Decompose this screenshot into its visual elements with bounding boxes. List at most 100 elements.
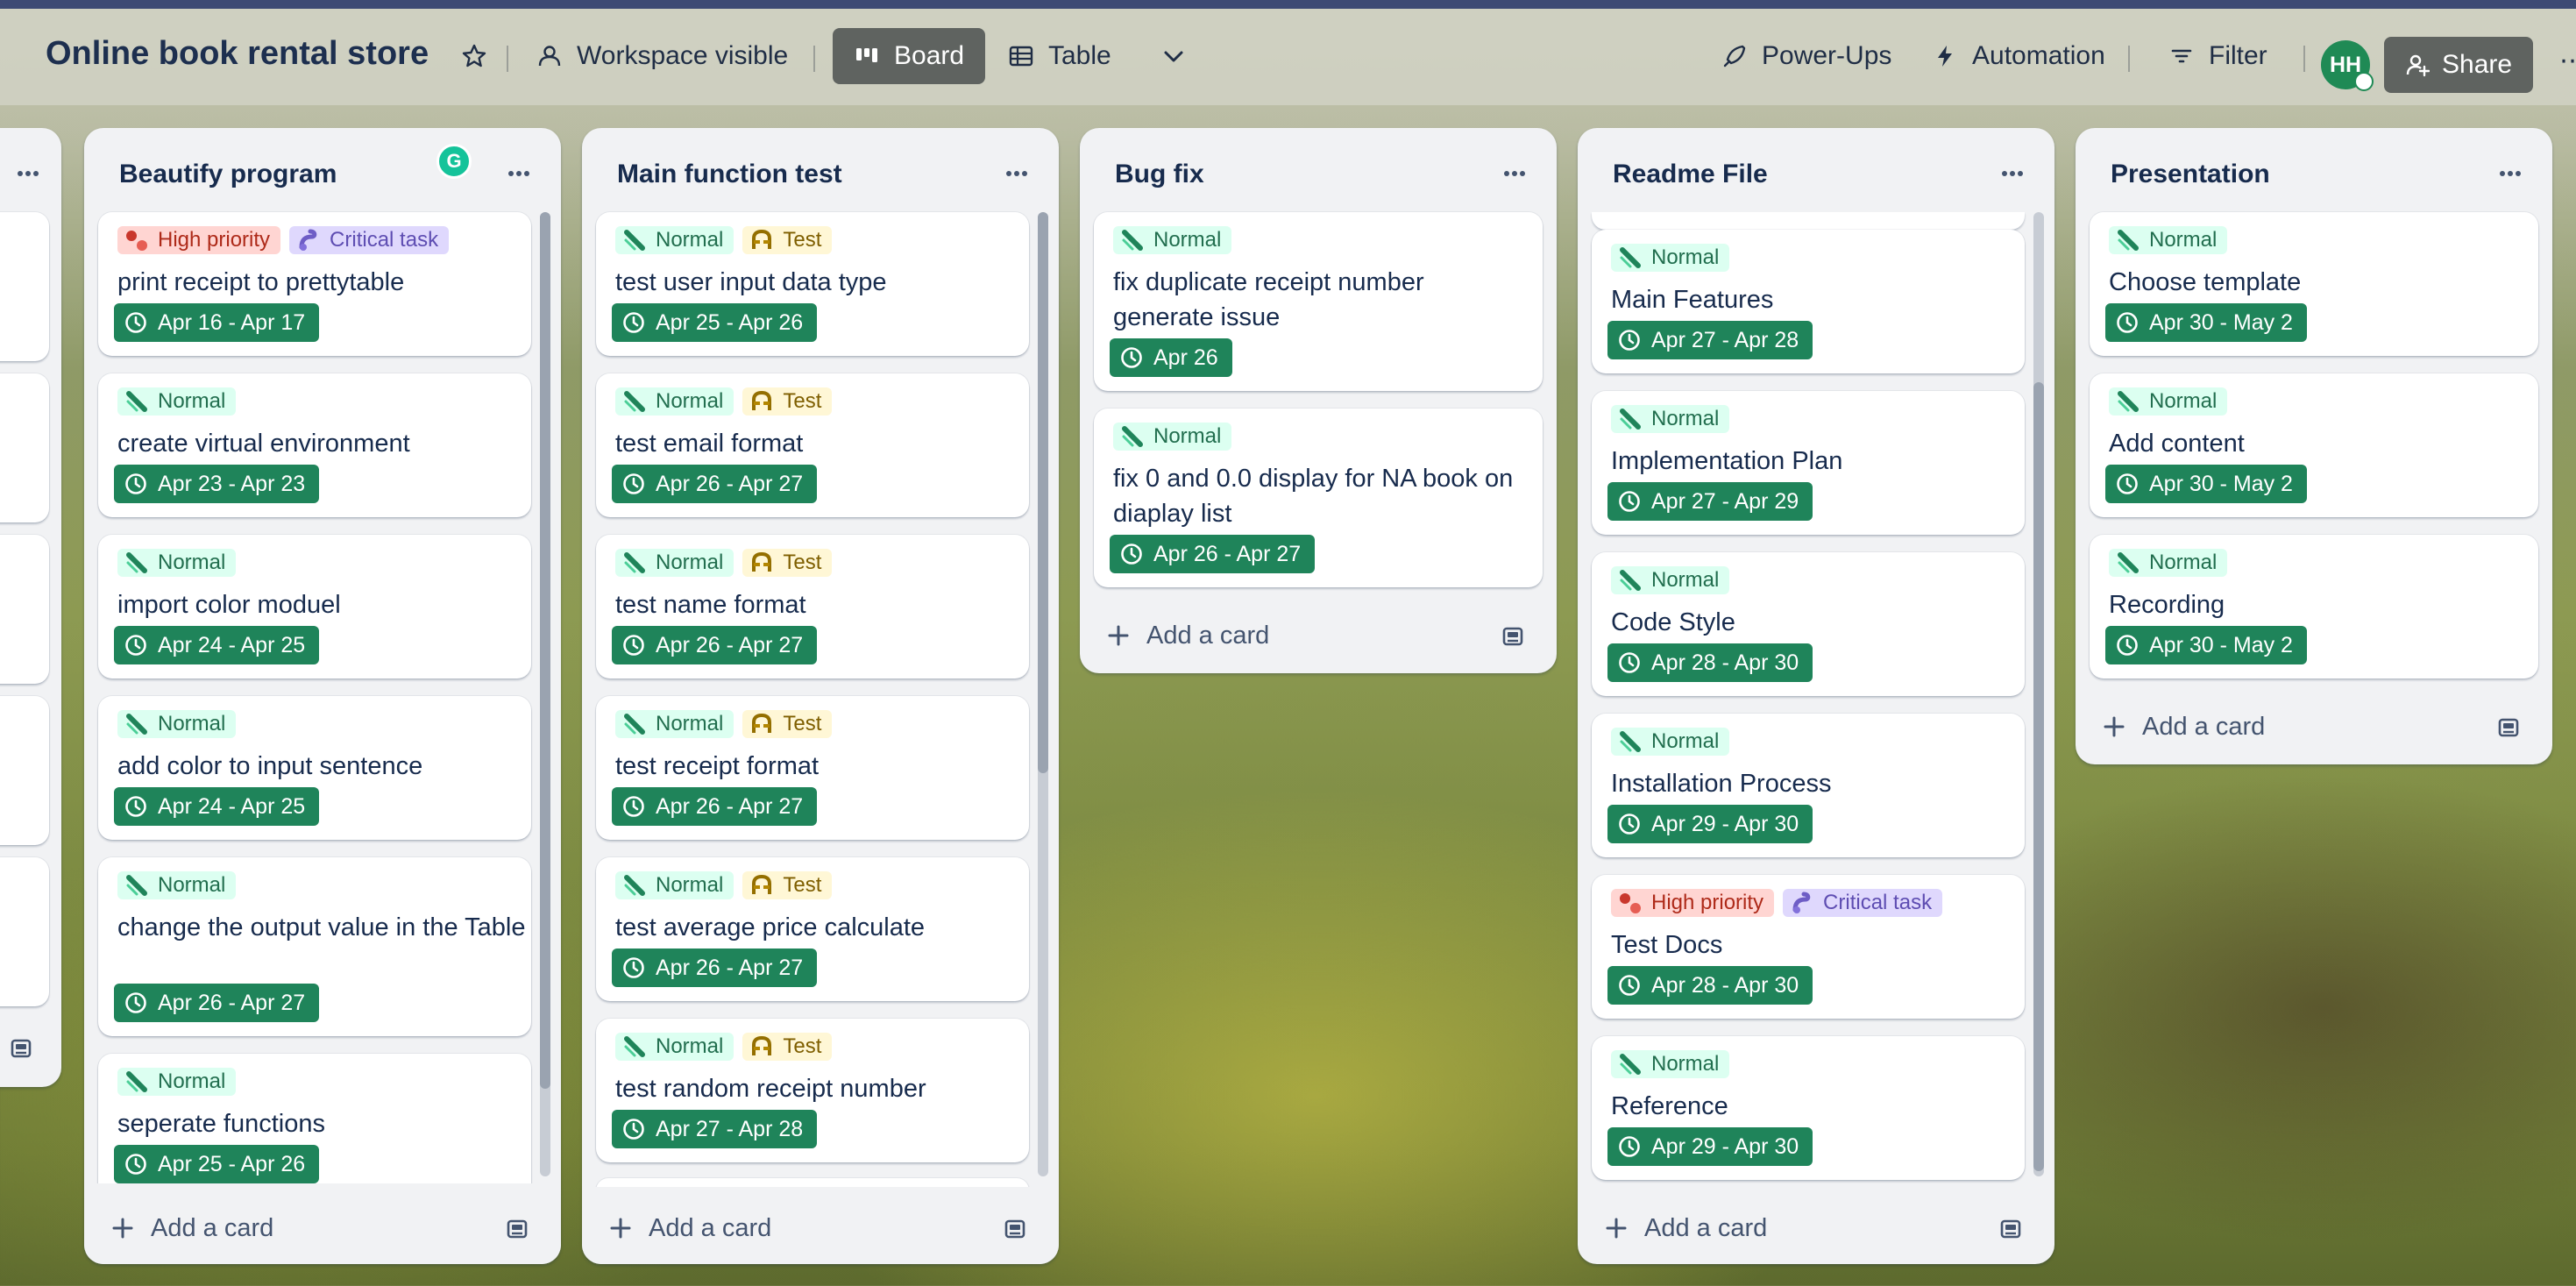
add-card-button[interactable]: Add a card: [1106, 614, 1269, 657]
label-normal[interactable]: Normal: [615, 1033, 734, 1061]
list-scrollbar-thumb[interactable]: [1038, 212, 1048, 773]
label-normal[interactable]: Normal: [615, 387, 734, 416]
add-card-button[interactable]: Add a card: [608, 1206, 771, 1250]
due-date-badge[interactable]: Apr 24 - Apr 25: [114, 787, 320, 826]
card[interactable]: Normal Implementation Plan Apr 27 - Apr …: [1592, 391, 2025, 535]
card[interactable]: Normal Choose template Apr 30 - May 2: [2090, 212, 2538, 356]
label-test[interactable]: Test: [742, 226, 833, 254]
create-from-template-icon[interactable]: [505, 1217, 529, 1241]
label-test[interactable]: Test: [742, 1033, 833, 1061]
label-normal[interactable]: Normal: [1611, 1050, 1730, 1078]
create-from-template-icon[interactable]: [9, 1036, 33, 1061]
due-date-badge[interactable]: Apr 27 - Apr 28: [612, 1110, 818, 1148]
card[interactable]: Normal Add content Apr 30 - May 2: [2090, 373, 2538, 517]
list-actions-button[interactable]: [9, 154, 47, 193]
card[interactable]: High priority Critical task Test Docs Ap…: [1592, 875, 2025, 1019]
due-date-badge[interactable]: Apr 30 - May 2: [2105, 303, 2307, 342]
more-views-button[interactable]: [1139, 28, 1208, 84]
card[interactable]: Normal Test test name format Apr 26 - Ap…: [596, 535, 1029, 679]
board-view-button[interactable]: Board: [833, 28, 986, 84]
label-normal[interactable]: Normal: [117, 387, 237, 416]
label-normal[interactable]: Normal: [2109, 226, 2228, 254]
card[interactable]: Normal Test test random receipt number A…: [596, 1019, 1029, 1162]
share-button[interactable]: Share: [2384, 37, 2534, 93]
filter-button[interactable]: Filter: [2147, 28, 2289, 84]
add-card-button[interactable]: Add a card: [1604, 1206, 1767, 1250]
list-actions-button[interactable]: [500, 154, 538, 193]
label-test[interactable]: Test: [742, 387, 833, 416]
card[interactable]: Normal change the output value in the Ta…: [98, 857, 531, 1036]
card[interactable]: Normal Test test receipt format Apr 26 -…: [596, 696, 1029, 840]
card[interactable]: Normal Installation Process Apr 29 - Apr…: [1592, 714, 2025, 857]
due-date-badge[interactable]: Apr 26 - Apr 27: [612, 465, 818, 503]
due-date-badge[interactable]: Apr 26 - Apr 27: [612, 787, 818, 826]
workspace-visibility-button[interactable]: Workspace visible: [515, 28, 809, 84]
label-normal[interactable]: Normal: [1113, 226, 1232, 254]
due-date-badge[interactable]: Apr 28 - Apr 30: [1607, 643, 1813, 682]
label-normal[interactable]: Normal: [1611, 244, 1730, 272]
label-high-priority[interactable]: High priority: [1611, 889, 1775, 917]
label-normal[interactable]: Normal: [1113, 423, 1232, 451]
card[interactable]: Normal Reference Apr 29 - Apr 30: [1592, 1036, 2025, 1180]
create-from-template-icon[interactable]: [2496, 715, 2521, 740]
due-date-badge[interactable]: Apr 30 - May 2: [2105, 465, 2307, 503]
list-actions-button[interactable]: [997, 154, 1036, 193]
list-scrollbar-thumb[interactable]: [2033, 382, 2044, 1171]
due-date-badge[interactable]: Apr 23 - Apr 23: [114, 465, 320, 503]
due-date-badge[interactable]: Apr 26 - Apr 27: [612, 626, 818, 664]
due-date-badge[interactable]: Apr 25 - Apr 26: [612, 303, 818, 342]
card[interactable]: [0, 535, 49, 684]
due-date-badge[interactable]: Apr 24 - Apr 25: [114, 626, 320, 664]
label-normal[interactable]: Normal: [1611, 405, 1730, 433]
label-critical-task[interactable]: Critical task: [1783, 889, 1943, 917]
card[interactable]: Normal Test test average price calculate…: [596, 857, 1029, 1001]
list-actions-button[interactable]: [1993, 154, 2032, 193]
label-normal[interactable]: Normal: [1611, 728, 1730, 756]
card[interactable]: [0, 857, 49, 1006]
label-test[interactable]: Test: [742, 549, 833, 577]
label-normal[interactable]: Normal: [117, 710, 237, 738]
list-scrollbar-thumb[interactable]: [540, 212, 550, 1089]
due-date-badge[interactable]: Apr 16 - Apr 17: [114, 303, 320, 342]
label-normal[interactable]: Normal: [2109, 549, 2228, 577]
create-from-template-icon[interactable]: [1501, 624, 1525, 649]
due-date-badge[interactable]: Apr 26 - Apr 27: [114, 984, 320, 1022]
grammarly-icon[interactable]: G: [436, 144, 472, 179]
card[interactable]: Normal import color moduel Apr 24 - Apr …: [98, 535, 531, 679]
label-normal[interactable]: Normal: [615, 549, 734, 577]
due-date-badge[interactable]: Apr 29 - Apr 30: [1607, 1127, 1813, 1166]
powerups-button[interactable]: Power-Ups: [1700, 28, 1912, 84]
board-menu-icon[interactable]: ⋯: [2559, 46, 2576, 76]
add-card-button[interactable]: Add a card: [110, 1206, 273, 1250]
card[interactable]: Normal Test test user input data type Ap…: [596, 212, 1029, 356]
label-test[interactable]: Test: [742, 710, 833, 738]
star-button[interactable]: [440, 28, 508, 84]
card[interactable]: Normal add color to input sentence Apr 2…: [98, 696, 531, 840]
label-critical-task[interactable]: Critical task: [289, 226, 450, 254]
label-normal[interactable]: Normal: [615, 710, 734, 738]
card[interactable]: Normal fix 0 and 0.0 display for NA book…: [1094, 409, 1543, 587]
board-title[interactable]: Online book rental store: [46, 35, 429, 73]
due-date-badge[interactable]: Apr 25 - Apr 26: [114, 1145, 320, 1183]
label-normal[interactable]: Normal: [2109, 387, 2228, 416]
automation-button[interactable]: Automation: [1911, 28, 2126, 84]
due-date-badge[interactable]: Apr 26 - Apr 27: [612, 949, 818, 987]
label-normal[interactable]: Normal: [615, 226, 734, 254]
label-normal[interactable]: Normal: [117, 871, 237, 899]
create-from-template-icon[interactable]: [1998, 1217, 2023, 1241]
list-actions-button[interactable]: [1495, 154, 1534, 193]
label-normal[interactable]: Normal: [117, 1068, 237, 1096]
list-title[interactable]: Readme File: [1613, 160, 1768, 189]
list-title[interactable]: Beautify program: [119, 160, 337, 189]
card[interactable]: [1592, 212, 2025, 230]
card[interactable]: Normal Code Style Apr 28 - Apr 30: [1592, 552, 2025, 696]
card[interactable]: High priority Critical task print receip…: [98, 212, 531, 356]
table-view-button[interactable]: Table: [987, 28, 1132, 84]
card[interactable]: Normal fix duplicate receipt number gene…: [1094, 212, 1543, 391]
label-normal[interactable]: Normal: [1611, 566, 1730, 594]
label-normal[interactable]: Normal: [117, 549, 237, 577]
create-from-template-icon[interactable]: [1003, 1217, 1027, 1241]
card[interactable]: Normal seperate functions Apr 25 - Apr 2…: [98, 1054, 531, 1187]
list-title[interactable]: Bug fix: [1115, 160, 1204, 189]
due-date-badge[interactable]: Apr 27 - Apr 29: [1607, 482, 1813, 521]
